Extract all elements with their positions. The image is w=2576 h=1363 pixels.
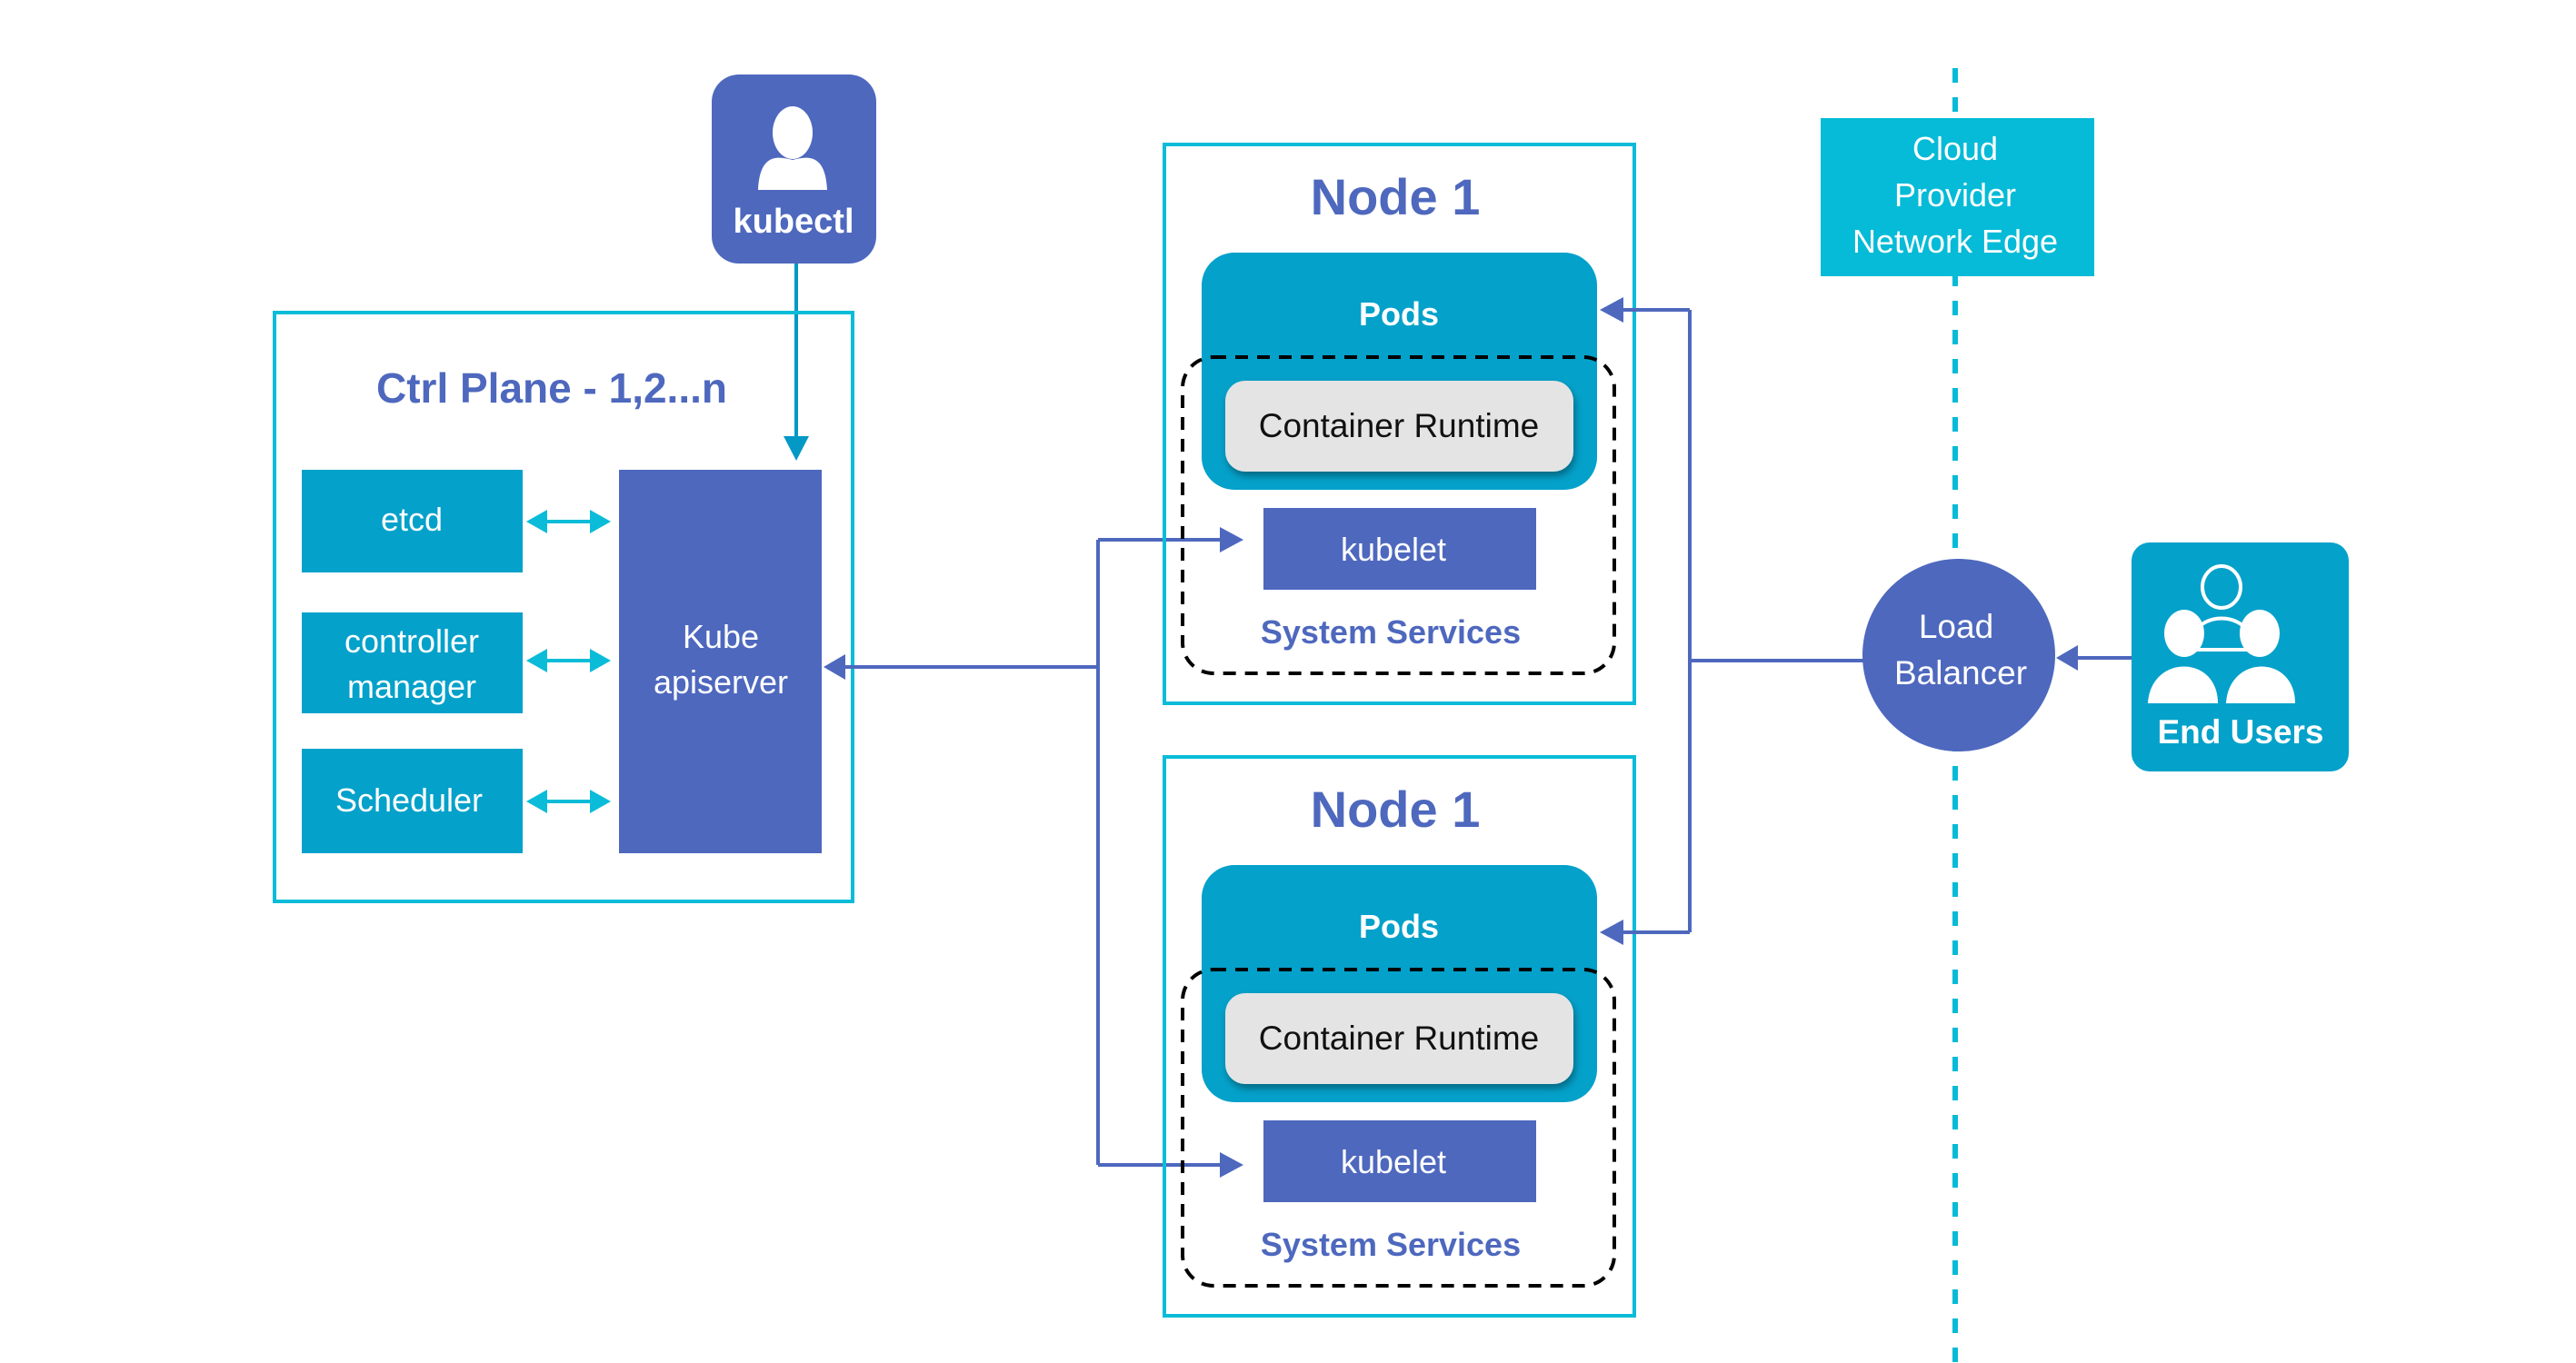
kubelet-box[interactable]: kubelet bbox=[1263, 1120, 1536, 1202]
container-runtime-label: Container Runtime bbox=[1259, 1020, 1539, 1057]
node-title: Node 1 bbox=[1311, 168, 1481, 225]
container-runtime-box[interactable]: Container Runtime bbox=[1225, 993, 1573, 1084]
load-balancer-label-line1: Load bbox=[1919, 608, 1993, 645]
cloud-edge-label-line2: Provider bbox=[1894, 176, 2016, 214]
kubectl-to-apiserver-arrow bbox=[784, 264, 809, 461]
kubelet-label: kubelet bbox=[1341, 1143, 1446, 1180]
system-services-label: System Services bbox=[1261, 613, 1521, 651]
controller-manager-apiserver-arrow bbox=[526, 649, 611, 672]
container-runtime-label: Container Runtime bbox=[1259, 407, 1539, 444]
cloud-edge-label-line1: Cloud bbox=[1912, 130, 1998, 167]
container-runtime-box[interactable]: Container Runtime bbox=[1225, 381, 1573, 472]
etcd-box[interactable]: etcd bbox=[302, 470, 523, 572]
cloud-edge-label-line3: Network Edge bbox=[1852, 223, 2058, 260]
apiserver-label-line1: Kube bbox=[683, 618, 759, 655]
pods-label: Pods bbox=[1359, 295, 1439, 333]
node-box: Node 1 Pods Container Runtime kubelet Sy… bbox=[1163, 755, 1636, 1318]
node-box: Node 1 Pods Container Runtime kubelet Sy… bbox=[1163, 143, 1636, 705]
control-plane-container: Ctrl Plane - 1,2...n etcd controller man… bbox=[273, 311, 854, 903]
cloud-provider-network-edge-box: Cloud Provider Network Edge bbox=[1821, 118, 2094, 276]
pods-label: Pods bbox=[1359, 908, 1439, 945]
end-users-box[interactable]: End Users bbox=[2132, 542, 2349, 771]
node-title: Node 1 bbox=[1311, 781, 1481, 838]
controller-manager-label-line2: manager bbox=[347, 668, 476, 705]
kubelet-label: kubelet bbox=[1341, 531, 1446, 568]
scheduler-label: Scheduler bbox=[335, 781, 483, 819]
load-balancer-node[interactable]: Load Balancer bbox=[1862, 559, 2055, 751]
kube-apiserver-box[interactable]: Kube apiserver bbox=[619, 470, 822, 853]
loadbalancer-pods-connector bbox=[1600, 297, 1863, 945]
system-services-label: System Services bbox=[1261, 1226, 1521, 1263]
kubectl-box[interactable]: kubectl bbox=[712, 75, 876, 264]
controller-manager-box[interactable]: controller manager bbox=[302, 612, 523, 713]
kubelet-box[interactable]: kubelet bbox=[1263, 508, 1536, 590]
scheduler-apiserver-arrow bbox=[526, 790, 611, 813]
etcd-apiserver-arrow bbox=[526, 510, 611, 533]
kubectl-label: kubectl bbox=[733, 203, 854, 241]
load-balancer-label-line2: Balancer bbox=[1894, 654, 2027, 691]
endusers-to-loadbalancer-arrow bbox=[2056, 645, 2132, 671]
end-users-label: End Users bbox=[2157, 713, 2323, 751]
control-plane-title: Ctrl Plane - 1,2...n bbox=[376, 364, 727, 412]
controller-manager-label-line1: controller bbox=[344, 622, 479, 660]
scheduler-box[interactable]: Scheduler bbox=[302, 749, 523, 853]
etcd-label: etcd bbox=[381, 501, 443, 538]
apiserver-label-line2: apiserver bbox=[654, 663, 788, 701]
kubernetes-architecture-diagram: kubectl Ctrl Plane - 1,2...n etcd contro… bbox=[273, 68, 2349, 1363]
apiserver-kubelet-connector bbox=[824, 527, 1243, 1178]
